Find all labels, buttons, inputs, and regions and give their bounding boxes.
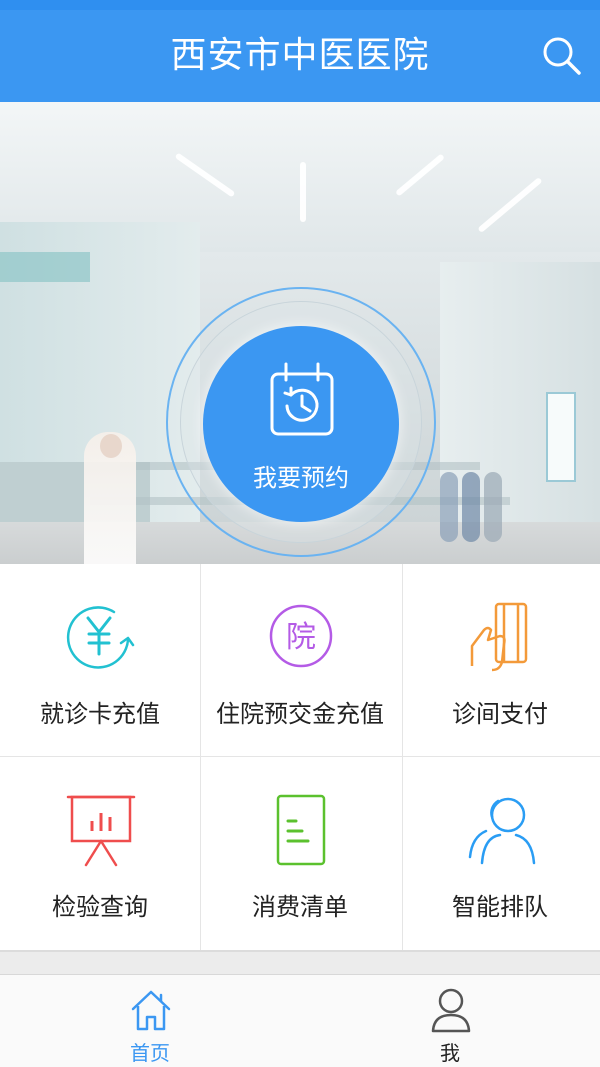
service-card-recharge[interactable]: 就诊卡充值 (0, 564, 200, 757)
tab-me[interactable]: 我 (300, 975, 600, 1067)
hero-crowd (484, 472, 502, 542)
page-title: 西安市中医医院 (170, 35, 430, 76)
grid-divider (200, 564, 201, 950)
service-label: 检验查询 (52, 893, 148, 921)
hero-wall-accent (0, 252, 90, 282)
service-card-lab-results[interactable]: 检验查询 (0, 757, 200, 950)
service-card-bill-list[interactable]: 消费清单 (200, 757, 400, 950)
report-board-icon (66, 795, 136, 867)
section-gap (0, 950, 600, 974)
nav-bar: 西安市中医医院 (0, 10, 600, 102)
service-label: 就诊卡充值 (40, 700, 160, 728)
hero-person-head (100, 434, 122, 458)
service-label: 诊间支付 (452, 700, 548, 728)
service-card-smart-queue[interactable]: 智能排队 (400, 757, 600, 950)
service-label: 住院预交金充值 (216, 700, 384, 728)
bill-list-icon (276, 794, 326, 866)
grid-divider (402, 564, 403, 950)
booking-label: 我要预约 (253, 464, 349, 492)
hero-crowd (462, 472, 480, 542)
service-label: 消费清单 (252, 893, 348, 921)
service-card-clinic-payment[interactable]: 诊间支付 (400, 564, 600, 757)
yuan-refresh-icon (66, 606, 135, 669)
hero-poster (546, 392, 576, 482)
service-label: 智能排队 (452, 893, 548, 921)
queue-people-icon (468, 797, 536, 865)
home-icon (131, 990, 171, 1031)
tab-label: 我 (440, 1041, 460, 1065)
tab-home[interactable]: 首页 (0, 975, 300, 1067)
status-bar (0, 0, 600, 10)
booking-button[interactable]: 我要预约 (203, 326, 399, 522)
tab-bar: 首页 我 (0, 974, 600, 1067)
service-grid: 就诊卡充值 院 住院预交金充值 诊间支付 检验查询 消费清单 智能排队 (0, 564, 600, 950)
tab-label: 首页 (130, 1041, 170, 1065)
calendar-clock-icon (270, 362, 334, 436)
hero-banner: 我要预约 (0, 102, 600, 564)
hand-card-icon (470, 602, 528, 672)
search-button[interactable] (540, 34, 584, 78)
hospital-badge-icon: 院 (269, 604, 333, 668)
service-card-inpatient-deposit[interactable]: 院 住院预交金充值 (200, 564, 400, 757)
search-icon (543, 37, 581, 75)
hero-crowd (440, 472, 458, 542)
ceiling-lamp (300, 162, 306, 222)
user-icon (431, 988, 471, 1033)
grid-divider (0, 756, 600, 757)
hospital-badge-text: 院 (286, 620, 316, 655)
